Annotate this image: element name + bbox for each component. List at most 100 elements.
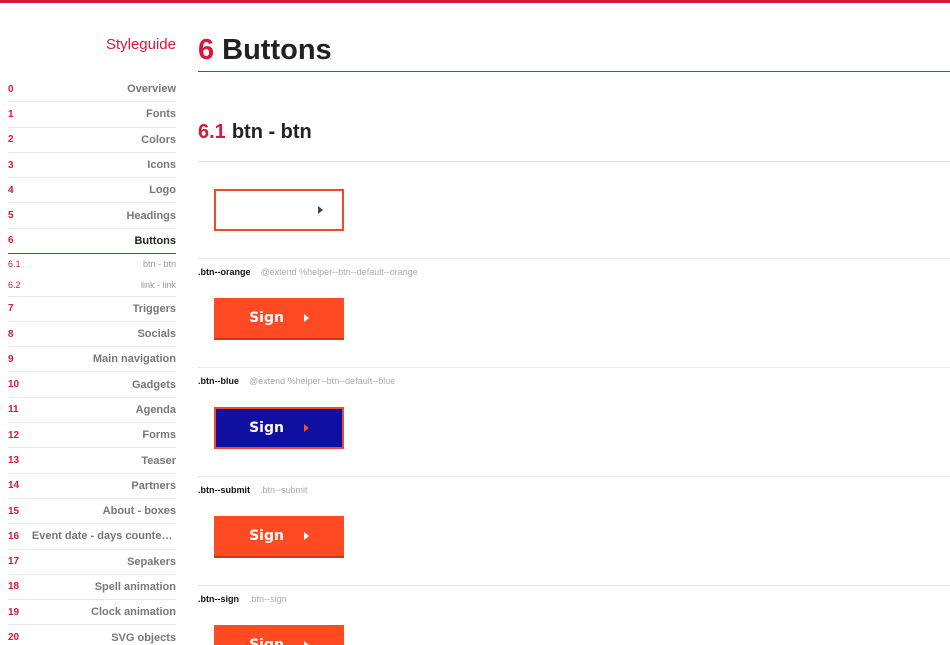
sidebar-nav: 0 Overview 1 Fonts 2 Colors 3 Icons 4 Logo 5 H… — [8, 77, 176, 645]
sidebar-item-label: Gadgets — [131, 378, 176, 391]
sidebar-item-main-navigation[interactable]: 9 Main navigation — [8, 347, 176, 373]
sidebar-item-number: 7 — [8, 303, 14, 315]
sidebar-subitem-btn[interactable]: 6.1 btn - btn — [8, 254, 176, 275]
modifier-class: .btn--blue — [198, 376, 239, 386]
sidebar-item-label: Main navigation — [92, 353, 176, 366]
sidebar-item-label: Spell animation — [94, 580, 176, 593]
sidebar-item-logo[interactable]: 4 Logo — [8, 178, 176, 204]
sidebar-item-number: 12 — [8, 429, 20, 441]
sidebar-subitem-link[interactable]: 6.2 link - link — [8, 275, 176, 297]
sidebar-item-about-boxes[interactable]: 15 About - boxes — [8, 499, 176, 525]
sidebar-item-label: Logo — [149, 184, 176, 197]
sidebar-item-number: 17 — [8, 556, 20, 568]
sidebar-item-buttons[interactable]: 6 Buttons — [8, 229, 176, 255]
caret-right-icon — [303, 424, 309, 432]
sidebar-item-number: 16 — [8, 530, 20, 542]
modifier-class: .btn--sign — [198, 594, 239, 604]
sidebar-item-overview[interactable]: 0 Overview — [8, 77, 176, 103]
sidebar-item-number: 14 — [8, 480, 20, 492]
subsection-number: 6.1 — [198, 121, 226, 143]
page-title: 6 Buttons — [198, 34, 332, 67]
sidebar-item-triggers[interactable]: 7 Triggers — [8, 297, 176, 322]
sidebar-item-gadgets[interactable]: 10 Gadgets — [8, 372, 176, 398]
modifier-header-submit: .btn--submit .btn--submit — [198, 485, 308, 495]
button-label: Sign — [249, 637, 284, 645]
sidebar-item-label: Partners — [131, 479, 176, 492]
sidebar-item-label: Teaser — [141, 454, 176, 467]
sidebar-item-icons[interactable]: 3 Icons — [8, 153, 176, 179]
sidebar-item-label: Clock animation — [91, 606, 176, 619]
sign-button-sign[interactable]: Sign — [214, 625, 344, 645]
section-number: 6 — [198, 34, 215, 66]
sidebar-item-colors[interactable]: 2 Colors — [8, 128, 176, 153]
modifier-description: .btn--sign — [249, 594, 287, 604]
sidebar-item-number: 8 — [8, 328, 14, 340]
subsection-divider — [198, 161, 950, 162]
sign-button-submit[interactable]: Sign — [214, 516, 344, 558]
sidebar-item-label: Icons — [147, 159, 176, 172]
sidebar-item-headings[interactable]: 5 Headings — [8, 203, 176, 229]
button-label: Sign — [249, 528, 284, 544]
sidebar-item-socials[interactable]: 8 Socials — [8, 322, 176, 348]
modifier-class: .btn--submit — [198, 485, 250, 495]
sidebar-subitem-label: link - link — [140, 280, 176, 291]
sidebar-item-label: Socials — [137, 328, 176, 341]
button-label: Sign — [249, 310, 284, 326]
sidebar-item-spell-animation[interactable]: 18 Spell animation — [8, 575, 176, 601]
sidebar-item-number: 2 — [8, 134, 14, 146]
sidebar-item-number: 4 — [8, 184, 14, 196]
sidebar-item-number: 19 — [8, 606, 20, 618]
modifier-divider — [198, 258, 950, 259]
sidebar-item-label: Buttons — [134, 234, 176, 247]
sidebar-subitem-number: 6.2 — [8, 280, 21, 291]
section-title: Buttons — [222, 34, 332, 66]
sidebar-item-number: 15 — [8, 505, 20, 517]
sidebar-item-number: 9 — [8, 353, 14, 365]
sidebar-item-label: Colors — [141, 133, 176, 146]
caret-right-icon — [303, 641, 309, 645]
sidebar-item-forms[interactable]: 12 Forms — [8, 423, 176, 449]
sidebar-item-number: 5 — [8, 210, 14, 222]
sidebar-subitem-number: 6.1 — [8, 259, 21, 270]
sidebar-item-partners[interactable]: 14 Partners — [8, 474, 176, 499]
sign-button-blue[interactable]: Sign — [214, 407, 344, 449]
subsection-label: btn - btn — [231, 121, 312, 143]
sidebar-item-agenda[interactable]: 11 Agenda — [8, 398, 176, 424]
sidebar-item-label: Event date - days counter… — [31, 530, 176, 543]
sidebar-item-number: 13 — [8, 455, 20, 466]
sidebar-item-label: Fonts — [146, 108, 176, 121]
modifier-description: .btn--submit — [260, 485, 308, 495]
modifier-description: @extend %helper--btn--default--orange — [260, 267, 418, 277]
modifier-header-orange: .btn--orange @extend %helper--btn--defaul… — [198, 267, 418, 277]
styleguide-title-link[interactable]: Styleguide — [106, 36, 176, 53]
button-label: Sign — [249, 420, 284, 436]
subsection-title: 6.1 btn - btn — [198, 121, 312, 144]
sidebar-item-label: Forms — [142, 429, 176, 442]
sidebar-item-label: Sepakers — [127, 555, 176, 568]
sidebar-item-speakers[interactable]: 17 Sepakers — [8, 550, 176, 575]
sidebar-item-event-date[interactable]: 16 Event date - days counter… — [8, 524, 176, 550]
sidebar-item-number: 0 — [8, 83, 14, 95]
sidebar-item-label: SVG objects — [111, 631, 176, 644]
caret-right-icon — [303, 532, 309, 540]
sidebar-item-number: 10 — [8, 379, 20, 391]
sidebar-item-clock-animation[interactable]: 19 Clock animation — [8, 600, 176, 626]
sidebar-item-label: About - boxes — [102, 505, 176, 518]
sidebar-item-label: Triggers — [132, 302, 176, 315]
modifier-header-blue: .btn--blue @extend %helper--btn--default-… — [198, 376, 395, 386]
caret-right-icon — [318, 206, 323, 214]
title-divider — [198, 71, 950, 72]
sign-button-orange[interactable]: Sign — [214, 298, 344, 340]
sidebar-item-teaser[interactable]: 13 Teaser — [8, 448, 176, 474]
modifier-divider — [198, 476, 950, 477]
sidebar-item-label: Headings — [126, 209, 176, 222]
default-button[interactable] — [214, 189, 344, 231]
sidebar-item-number: 3 — [8, 159, 14, 171]
sidebar-item-fonts[interactable]: 1 Fonts — [8, 102, 176, 128]
sidebar-item-svg-objects[interactable]: 20 SVG objects — [8, 625, 176, 645]
sidebar-item-number: 1 — [8, 108, 14, 120]
modifier-header-sign: .btn--sign .btn--sign — [198, 594, 287, 604]
caret-right-icon — [303, 314, 309, 322]
modifier-divider — [198, 585, 950, 586]
sidebar-item-number: 20 — [8, 632, 20, 644]
